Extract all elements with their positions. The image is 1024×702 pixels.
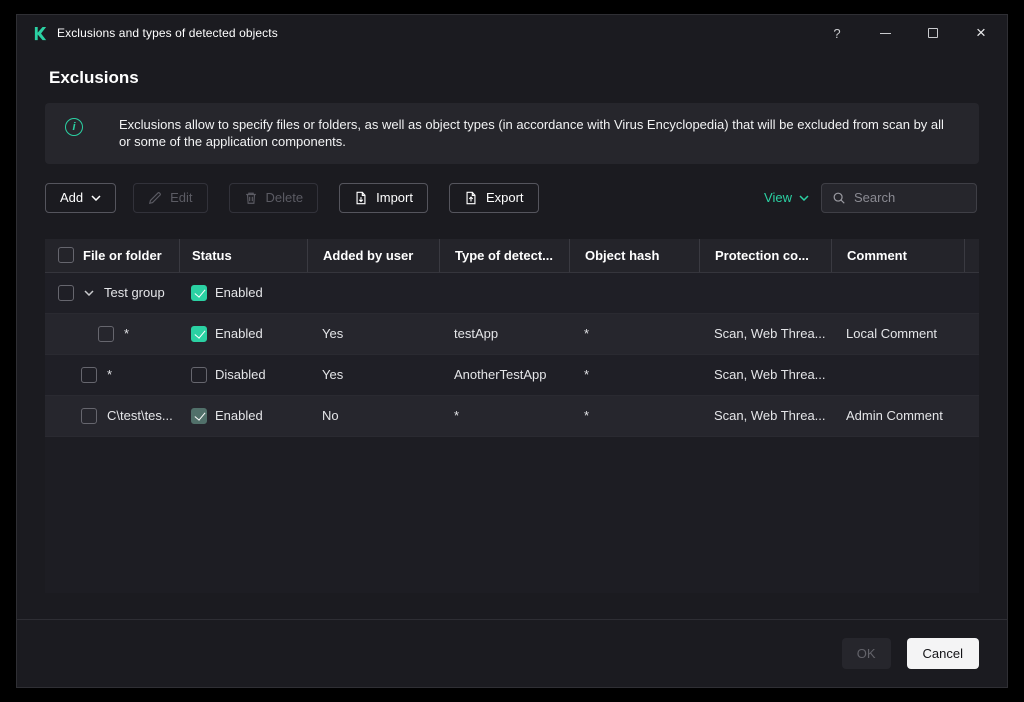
pencil-icon — [148, 191, 162, 205]
row-checkbox[interactable] — [58, 284, 74, 301]
window-controls: ? × — [829, 23, 991, 42]
status-checkbox[interactable] — [191, 366, 207, 383]
cancel-button[interactable]: Cancel — [906, 638, 979, 669]
select-all-checkbox[interactable] — [58, 247, 74, 264]
ok-button[interactable]: OK — [841, 638, 891, 669]
file-value: * — [107, 367, 113, 383]
protection-value: Scan, Web Threa... — [714, 367, 826, 383]
search-box — [821, 182, 977, 213]
titlebar: Exclusions and types of detected objects… — [17, 15, 1007, 51]
column-header-comment[interactable]: Comment — [831, 238, 964, 272]
expand-chevron-icon[interactable] — [84, 290, 94, 296]
toolbar: Add Edit Delete Import Export View Searc… — [45, 182, 979, 213]
export-icon — [464, 191, 478, 205]
add-button[interactable]: Add — [45, 182, 117, 213]
kaspersky-logo-icon — [33, 26, 48, 41]
status-checkbox[interactable] — [191, 284, 207, 301]
table-row-group[interactable]: Test group Enabled — [45, 272, 979, 314]
type-value: AnotherTestApp — [454, 367, 547, 383]
object-hash-value: * — [584, 367, 590, 383]
protection-value: Scan, Web Threa... — [714, 408, 826, 424]
table-row[interactable]: * Disabled Yes AnotherTestApp * Scan, We… — [45, 354, 979, 396]
status-label: Enabled — [215, 326, 263, 342]
column-header-added[interactable]: Added by user — [307, 238, 439, 272]
object-hash-value: * — [584, 408, 590, 424]
row-checkbox[interactable] — [81, 366, 97, 383]
status-checkbox[interactable] — [191, 325, 207, 342]
search-input[interactable] — [854, 190, 966, 206]
app-window: Exclusions and types of detected objects… — [16, 14, 1008, 688]
edit-button[interactable]: Edit — [133, 182, 208, 213]
object-hash-value: * — [584, 326, 590, 342]
file-value: C\test\tes... — [107, 408, 173, 424]
dialog-footer: OK Cancel — [17, 619, 1007, 687]
header-end-cell — [964, 238, 979, 272]
column-header-type[interactable]: Type of detect... — [439, 238, 569, 272]
added-by-user-value: Yes — [322, 367, 344, 383]
status-label: Enabled — [215, 408, 263, 424]
type-value: * — [454, 408, 460, 424]
exclusions-table: File or folder Status Added by user Type… — [45, 238, 979, 593]
added-by-user-value: No — [322, 408, 339, 424]
column-header-hash[interactable]: Object hash — [569, 238, 699, 272]
comment-value — [831, 355, 964, 395]
comment-value: Local Comment — [846, 326, 938, 342]
view-menu[interactable]: View — [764, 190, 809, 205]
status-label: Disabled — [215, 367, 266, 383]
chevron-down-icon — [799, 195, 809, 201]
type-value: testApp — [454, 326, 499, 342]
trash-icon — [244, 191, 258, 205]
column-header-protection[interactable]: Protection co... — [699, 238, 831, 272]
group-name: Test group — [104, 285, 165, 301]
table-header: File or folder Status Added by user Type… — [45, 238, 979, 273]
row-checkbox[interactable] — [98, 325, 114, 342]
export-button[interactable]: Export — [448, 182, 539, 213]
chevron-down-icon — [91, 195, 101, 201]
delete-button[interactable]: Delete — [228, 182, 319, 213]
file-value: * — [124, 326, 130, 342]
info-banner: i Exclusions allow to specify files or f… — [45, 103, 979, 164]
help-button[interactable]: ? — [829, 25, 845, 41]
window-title: Exclusions and types of detected objects — [57, 26, 278, 40]
protection-value: Scan, Web Threa... — [714, 326, 826, 342]
info-text: Exclusions allow to specify files or fol… — [119, 117, 944, 150]
column-header-file[interactable]: File or folder — [83, 239, 179, 272]
status-label: Enabled — [215, 285, 263, 301]
table-row[interactable]: C\test\tes... Enabled No * * Scan, Web T… — [45, 395, 979, 437]
maximize-button[interactable] — [925, 25, 941, 41]
table-row[interactable]: * Enabled Yes testApp * Scan, Web Threa.… — [45, 313, 979, 355]
search-icon — [832, 191, 846, 205]
minimize-button[interactable] — [877, 25, 893, 41]
import-button[interactable]: Import — [339, 182, 428, 213]
info-icon: i — [65, 118, 83, 136]
import-icon — [354, 191, 368, 205]
added-by-user-value: Yes — [322, 326, 344, 342]
status-checkbox[interactable] — [191, 407, 207, 424]
close-button[interactable]: × — [973, 23, 989, 42]
row-checkbox[interactable] — [81, 407, 97, 424]
column-header-status[interactable]: Status — [179, 238, 307, 272]
comment-value: Admin Comment — [846, 408, 943, 424]
page-title: Exclusions — [49, 68, 139, 87]
